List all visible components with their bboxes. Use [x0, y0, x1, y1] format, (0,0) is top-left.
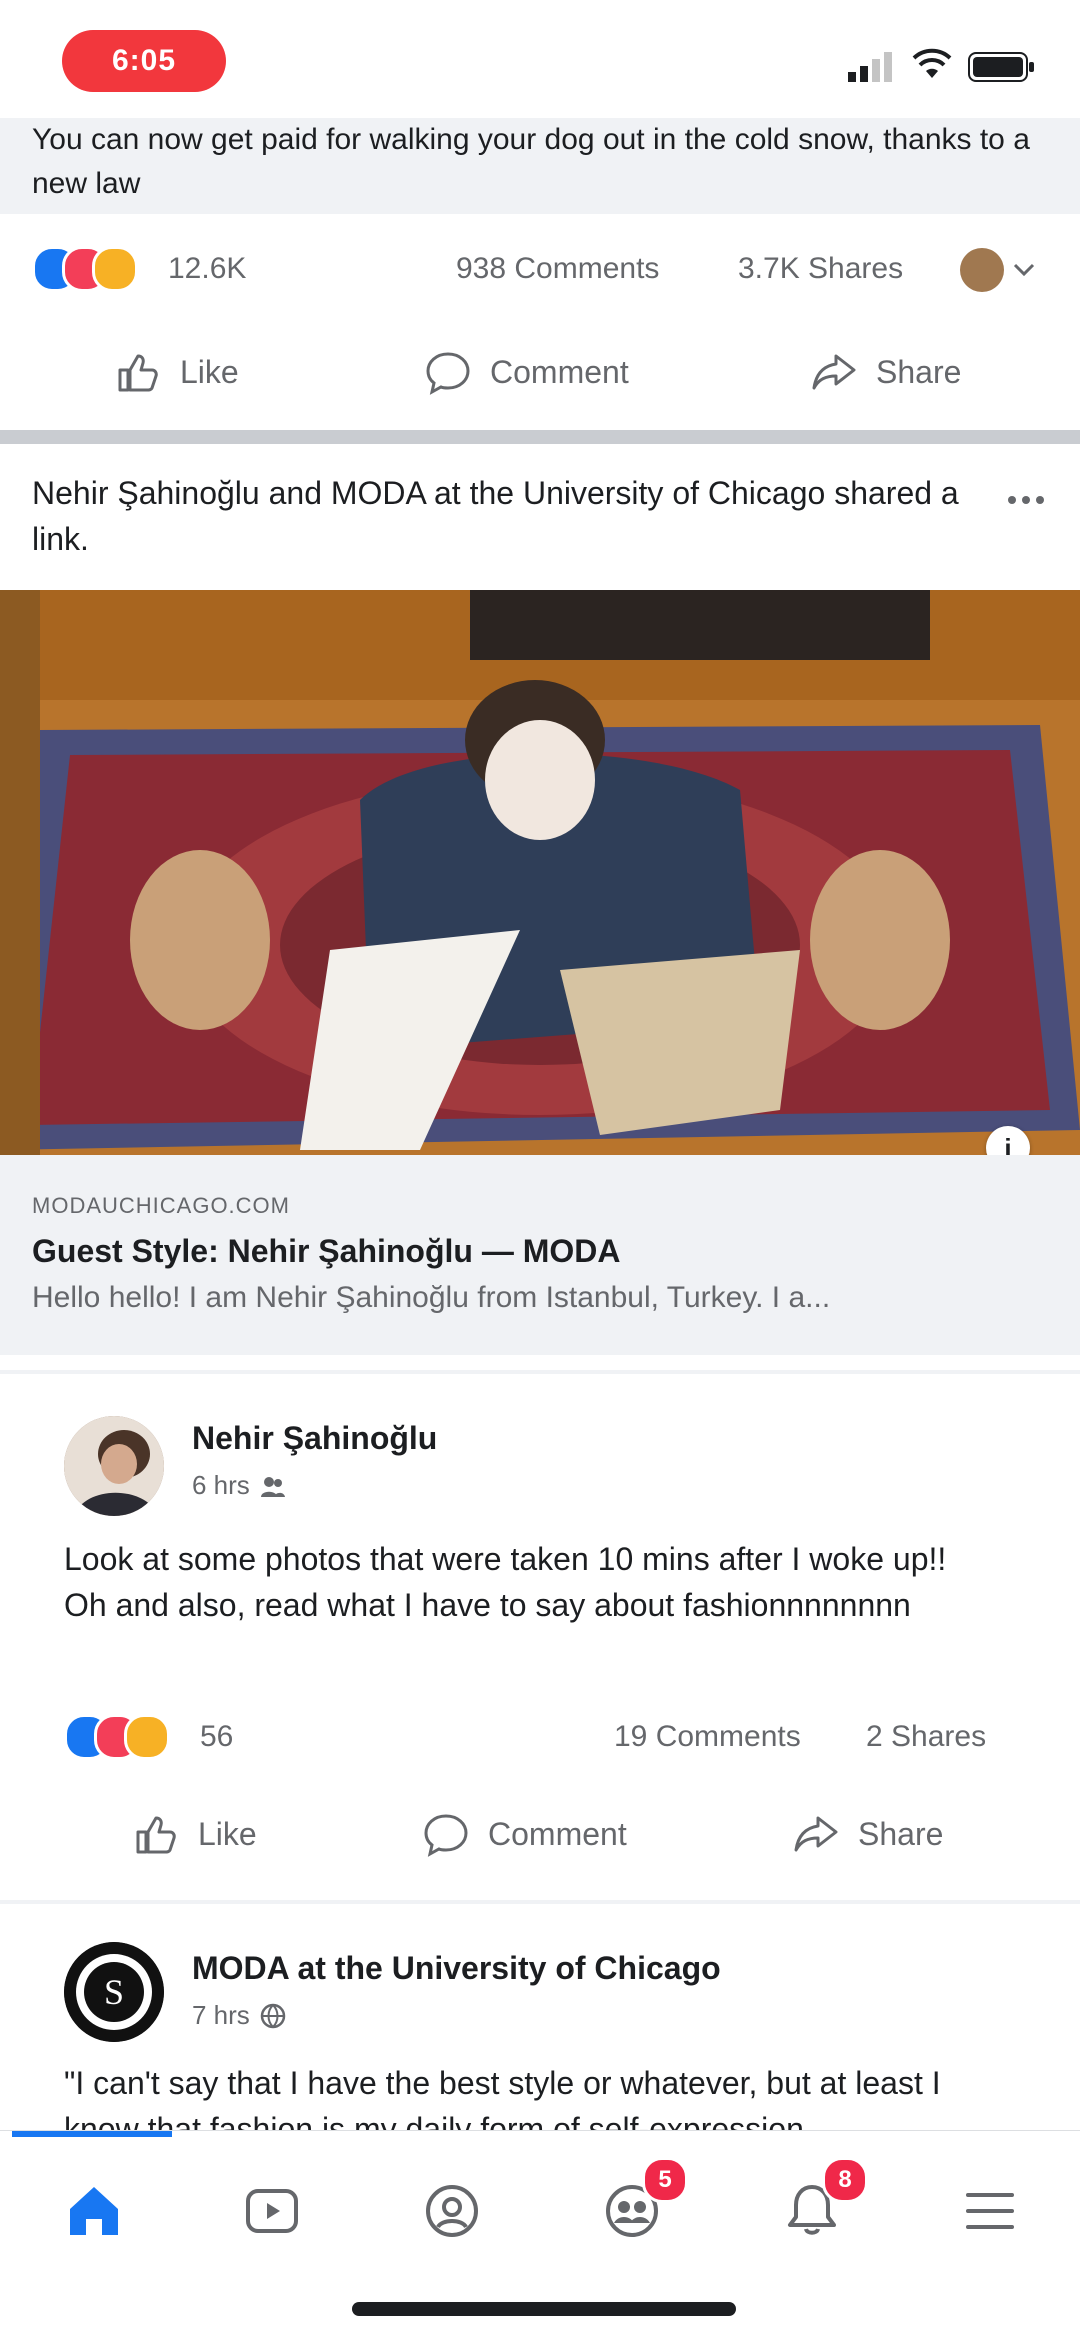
comment-icon: [426, 352, 470, 395]
moda-logo-icon: S: [64, 1942, 164, 2042]
nav-home[interactable]: [44, 2161, 144, 2261]
post-text: Look at some photos that were taken 10 m…: [64, 1541, 947, 1623]
link-title: Guest Style: Nehir Şahinoğlu — MODA: [32, 1233, 621, 1269]
haha-reaction-icon: [124, 1714, 170, 1760]
groups-badge: 5: [642, 2157, 688, 2203]
reaction-count: 12.6K: [168, 252, 247, 285]
status-time[interactable]: 6:05: [62, 30, 226, 92]
author-avatar[interactable]: [64, 1416, 164, 1516]
comment-icon: [424, 1814, 468, 1857]
post-meta: 6 hrs: [192, 1470, 286, 1501]
wifi-icon: [912, 48, 952, 78]
post-actions: Like Comment Share: [0, 1784, 1080, 1884]
comment-button[interactable]: Comment: [422, 322, 629, 422]
nav-watch[interactable]: [222, 2161, 322, 2261]
post-actions: Like Comment Share: [0, 322, 1080, 422]
share-count[interactable]: 2 Shares: [866, 1720, 986, 1754]
nav-groups[interactable]: 5: [582, 2157, 688, 2261]
page-avatar[interactable]: S: [64, 1942, 164, 2042]
link-domain: MODAUCHICAGO.COM: [32, 1193, 290, 1218]
share-button[interactable]: Share: [790, 1784, 943, 1884]
like-label: Like: [180, 353, 239, 390]
link-caption[interactable]: You can now get paid for walking your do…: [0, 118, 1080, 214]
share-label: Share: [858, 1815, 944, 1852]
comment-button[interactable]: Comment: [420, 1784, 627, 1884]
svg-text:S: S: [104, 1972, 124, 2012]
more-options-icon[interactable]: [1008, 490, 1058, 510]
post-timestamp[interactable]: 6 hrs: [192, 1470, 250, 1501]
chevron-down-icon[interactable]: [1012, 260, 1036, 280]
like-label: Like: [198, 1815, 257, 1852]
like-button[interactable]: Like: [112, 322, 239, 422]
post-text: "I can't say that I have the best style …: [64, 2065, 941, 2130]
notifications-badge: 8: [822, 2157, 868, 2203]
battery-icon: [968, 52, 1034, 82]
photo-person-on-rug: [0, 590, 1080, 1155]
avatar-photo: [64, 1416, 164, 1516]
reactions-summary[interactable]: 56 19 Comments 2 Shares: [0, 1700, 1080, 1780]
like-button[interactable]: Like: [130, 1784, 257, 1884]
link-preview-card[interactable]: MODAUCHICAGO.COM Guest Style: Nehir Şahi…: [0, 1155, 1080, 1355]
link-preview-image[interactable]: [0, 590, 1080, 1155]
share-icon: [812, 354, 856, 390]
divider: [0, 1370, 1080, 1374]
status-bar: 6:05: [0, 0, 1080, 118]
cellular-signal-icon: [848, 52, 892, 82]
thumbs-up-icon: [118, 354, 158, 392]
reaction-count: 56: [200, 1720, 234, 1753]
post-timestamp[interactable]: 7 hrs: [192, 2000, 250, 2031]
share-button[interactable]: Share: [808, 322, 961, 422]
nav-notifications[interactable]: 8: [762, 2157, 868, 2261]
post-meta: 7 hrs: [192, 2000, 286, 2031]
active-tab-indicator: [12, 2131, 172, 2137]
home-indicator[interactable]: [352, 2302, 736, 2316]
reaction-icons: [32, 246, 162, 292]
haha-reaction-icon: [92, 246, 138, 292]
globe-icon: [260, 2003, 286, 2028]
link-description: Hello hello! I am Nehir Şahinoğlu from I…: [32, 1281, 831, 1314]
marketplace-icon: [426, 2185, 478, 2237]
feed-separator: [0, 430, 1080, 444]
share-icon: [794, 1816, 838, 1852]
author-name[interactable]: Nehir Şahinoğlu: [192, 1420, 437, 1457]
comment-label: Comment: [488, 1815, 627, 1852]
hamburger-menu-icon: [966, 2193, 1014, 2229]
shared-link-header[interactable]: Nehir Şahinoğlu and MODA at the Universi…: [32, 470, 992, 562]
comment-count[interactable]: 19 Comments: [614, 1720, 801, 1754]
nav-marketplace[interactable]: [402, 2161, 502, 2261]
friends-audience-icon: [260, 1476, 285, 1497]
comment-count[interactable]: 938 Comments: [456, 252, 659, 286]
nav-menu[interactable]: [940, 2161, 1040, 2261]
reaction-icons: [64, 1714, 194, 1760]
watch-video-icon: [246, 2189, 298, 2233]
thumbs-up-icon: [136, 1816, 176, 1854]
link-caption-text: You can now get paid for walking your do…: [32, 123, 1030, 200]
author-name[interactable]: MODA at the University of Chicago: [192, 1950, 721, 1987]
share-count[interactable]: 3.7K Shares: [738, 252, 903, 286]
reactions-summary[interactable]: 12.6K 938 Comments 3.7K Shares: [0, 230, 1080, 310]
home-icon: [70, 2187, 118, 2235]
avatar[interactable]: [960, 248, 1004, 292]
share-label: Share: [876, 353, 962, 390]
comment-label: Comment: [490, 353, 629, 390]
divider: [0, 1900, 1080, 1904]
